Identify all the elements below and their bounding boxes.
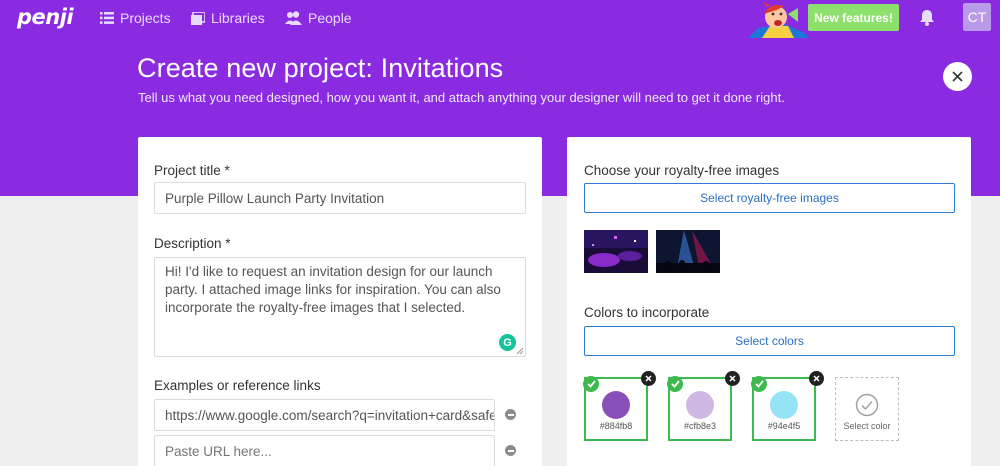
select-images-button[interactable]: Select royalty-free images: [584, 183, 955, 213]
close-button[interactable]: [943, 62, 972, 91]
colors-label: Colors to incorporate: [584, 305, 710, 320]
color-swatch-hex: #884fb8: [599, 421, 633, 431]
remove-color-icon[interactable]: [641, 371, 656, 386]
check-circle-icon: [855, 393, 879, 417]
color-swatch[interactable]: #94e4f5: [751, 371, 824, 441]
bell-icon[interactable]: [919, 9, 935, 26]
remove-link-button[interactable]: [505, 409, 516, 420]
people-icon: [285, 11, 302, 25]
image-thumbnail[interactable]: [656, 230, 720, 273]
project-details-card: Project title * Purple Pillow Launch Par…: [138, 137, 542, 466]
color-swatch-circle: [602, 391, 630, 419]
select-color-button[interactable]: Select color: [835, 377, 899, 441]
select-colors-button[interactable]: Select colors: [584, 326, 955, 356]
close-icon: [952, 71, 963, 82]
image-thumbnail[interactable]: [584, 230, 648, 273]
nav-projects-label: Projects: [120, 10, 171, 26]
new-features-button[interactable]: New features!: [808, 4, 899, 31]
page-subtitle: Tell us what you need designed, how you …: [138, 90, 785, 105]
library-icon: [191, 11, 205, 25]
reference-link-input-empty[interactable]: [154, 435, 495, 466]
top-navigation: penji Projects Libraries People New feat…: [0, 0, 1000, 38]
nav-libraries-label: Libraries: [211, 10, 265, 26]
nav-people[interactable]: People: [285, 9, 352, 27]
check-icon: [751, 376, 767, 392]
remove-color-icon[interactable]: [809, 371, 824, 386]
nav-people-label: People: [308, 10, 352, 26]
remove-link-button[interactable]: [505, 445, 516, 456]
remove-color-icon[interactable]: [725, 371, 740, 386]
avatar[interactable]: CT: [963, 3, 991, 31]
resize-grip-icon[interactable]: [516, 347, 524, 355]
color-swatch-circle: [770, 391, 798, 419]
reference-link-input[interactable]: https://www.google.com/search?q=invitati…: [154, 399, 495, 431]
color-swatch-circle: [686, 391, 714, 419]
nav-projects[interactable]: Projects: [100, 9, 171, 27]
color-swatch[interactable]: #884fb8: [583, 371, 656, 441]
page-title: Create new project: Invitations: [137, 53, 504, 83]
grammarly-icon[interactable]: G: [499, 334, 516, 351]
description-label: Description *: [154, 236, 231, 251]
check-icon: [667, 376, 683, 392]
description-textarea[interactable]: Hi! I'd like to request an invitation de…: [154, 257, 526, 357]
examples-label: Examples or reference links: [154, 378, 321, 393]
color-swatch-hex: #cfb8e3: [683, 421, 717, 431]
color-swatch[interactable]: #cfb8e3: [667, 371, 740, 441]
project-title-label: Project title *: [154, 163, 230, 178]
assets-card: Choose your royalty-free images Select r…: [567, 137, 971, 466]
check-icon: [583, 376, 599, 392]
list-icon: [100, 12, 114, 24]
select-color-label: Select color: [843, 421, 891, 431]
nav-libraries[interactable]: Libraries: [191, 9, 265, 27]
mascot-illustration: [748, 2, 810, 38]
color-swatch-hex: #94e4f5: [767, 421, 801, 431]
description-text: Hi! I'd like to request an invitation de…: [165, 264, 501, 315]
penji-logo[interactable]: penji: [17, 5, 74, 29]
project-title-input[interactable]: Purple Pillow Launch Party Invitation: [154, 182, 526, 214]
images-label: Choose your royalty-free images: [584, 163, 780, 178]
